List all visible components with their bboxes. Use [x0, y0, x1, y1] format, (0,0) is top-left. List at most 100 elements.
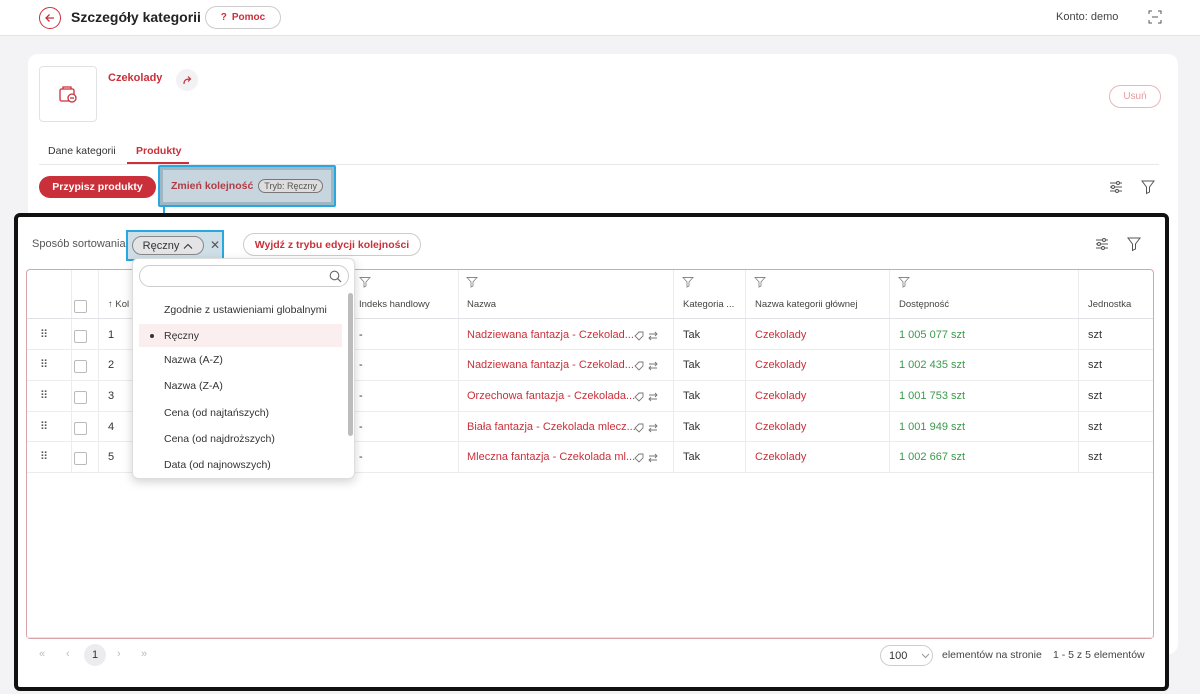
cell-order: 2 [108, 359, 115, 371]
tag-swap-icons[interactable] [633, 391, 659, 403]
mode-badge: Tryb: Ręczny [258, 179, 323, 193]
column-filter-icon[interactable] [682, 276, 694, 288]
sort-option[interactable]: Zgodnie z ustawieniami globalnymi [139, 298, 342, 321]
dropdown-search-input[interactable] [139, 265, 349, 287]
tag-swap-icons[interactable] [633, 452, 659, 464]
next-page-icon[interactable]: › [117, 648, 121, 660]
current-page[interactable]: 1 [84, 644, 106, 666]
cell-product-name[interactable]: Mleczna fantazja - Czekolada ml... [467, 451, 635, 463]
per-page-select[interactable]: 100 [880, 645, 933, 666]
cell-availability: 1 001 753 szt [899, 390, 966, 402]
cell-product-name[interactable]: Biała fantazja - Czekolada mlecz... [467, 421, 636, 433]
settings-sliders-icon[interactable] [1108, 179, 1124, 195]
cell-trade-index: - [359, 390, 363, 402]
fullscreen-icon[interactable] [1148, 10, 1162, 24]
cell-main-category[interactable]: Czekolady [755, 329, 806, 341]
sort-option-label: Ręczny [164, 329, 200, 342]
chevron-down-icon [922, 653, 930, 658]
cell-main-category[interactable]: Czekolady [755, 421, 806, 433]
prev-page-icon[interactable]: ‹ [66, 648, 70, 660]
column-header-name[interactable]: Nazwa [467, 299, 496, 310]
arrow-left-icon [45, 14, 54, 22]
filter-icon[interactable] [1140, 179, 1156, 195]
cell-trade-index: - [359, 329, 363, 341]
reorder-button-label: Zmień kolejność [171, 180, 254, 192]
row-checkbox[interactable] [74, 360, 87, 373]
per-page-label: elementów na stronie [942, 649, 1042, 661]
category-icon [59, 86, 77, 103]
tag-swap-icons[interactable] [633, 330, 659, 342]
drag-handle-icon[interactable]: ⠿ [40, 389, 48, 402]
exit-reorder-button[interactable]: Wyjdź z trybu edycji kolejności [243, 233, 421, 256]
per-page-value: 100 [889, 649, 908, 662]
reorder-button[interactable]: Zmień kolejność Tryb: Ręczny [163, 170, 331, 202]
cell-main-category[interactable]: Czekolady [755, 359, 806, 371]
tag-swap-icons[interactable] [633, 360, 659, 372]
drag-handle-icon[interactable]: ⠿ [40, 420, 48, 433]
assign-products-button[interactable]: Przypisz produkty [39, 176, 156, 198]
cell-order: 3 [108, 390, 115, 402]
pagination-divider [26, 637, 1154, 638]
cell-trade-index: - [359, 359, 363, 371]
sort-option[interactable]: Nazwa (A-Z) [139, 348, 342, 371]
drag-handle-icon[interactable]: ⠿ [40, 358, 48, 371]
column-header-main-category[interactable]: Nazwa kategorii głównej [755, 299, 857, 310]
filter-icon[interactable] [1126, 236, 1142, 252]
cell-main-category[interactable]: Czekolady [755, 390, 806, 402]
share-button[interactable] [176, 69, 198, 91]
category-name: Czekolady [108, 72, 163, 84]
cell-product-name[interactable]: Nadziewana fantazja - Czekolad... [467, 359, 634, 371]
sort-option[interactable]: Nazwa (Z-A) [139, 374, 342, 397]
column-header-unit[interactable]: Jednostka [1088, 299, 1131, 310]
last-page-icon[interactable]: » [141, 648, 147, 660]
sort-select-highlight: Ręczny ✕ [126, 230, 224, 261]
help-button[interactable]: ? Pomoc [205, 6, 281, 29]
row-checkbox[interactable] [74, 391, 87, 404]
row-checkbox[interactable] [74, 330, 87, 343]
cell-main-category[interactable]: Czekolady [755, 451, 806, 463]
drag-handle-icon[interactable]: ⠿ [40, 450, 48, 463]
reorder-highlight: Zmień kolejność Tryb: Ręczny [158, 165, 336, 207]
cell-product-name[interactable]: Nadziewana fantazja - Czekolad... [467, 329, 634, 341]
sort-option[interactable]: Data (od najnowszych) [139, 453, 342, 476]
column-header-trade-index[interactable]: Indeks handlowy [359, 299, 430, 310]
column-filter-icon[interactable] [359, 276, 371, 288]
row-checkbox[interactable] [74, 452, 87, 465]
column-header-category[interactable]: Kategoria ... [683, 299, 734, 310]
settings-sliders-icon[interactable] [1094, 236, 1110, 252]
cell-trade-index: - [359, 451, 363, 463]
cell-order: 4 [108, 421, 115, 433]
back-button[interactable] [39, 7, 61, 29]
first-page-icon[interactable]: « [39, 648, 45, 660]
search-icon [329, 270, 342, 283]
dropdown-scrollbar[interactable] [348, 293, 353, 436]
tag-swap-icons[interactable] [633, 422, 659, 434]
cell-unit: szt [1088, 421, 1103, 433]
column-filter-icon[interactable] [754, 276, 766, 288]
drag-handle-icon[interactable]: ⠿ [40, 328, 48, 341]
sort-select[interactable]: Ręczny [132, 236, 204, 255]
sort-option[interactable]: Cena (od najdroższych) [139, 427, 342, 450]
cell-availability: 1 001 949 szt [899, 421, 966, 433]
cell-trade-index: - [359, 421, 363, 433]
pagination-range: 1 - 5 z 5 elementów [1053, 649, 1145, 661]
column-filter-icon[interactable] [898, 276, 910, 288]
cell-availability: 1 002 667 szt [899, 451, 966, 463]
sort-option-selected[interactable]: Ręczny [139, 324, 342, 347]
sort-option[interactable]: Cena (od najtańszych) [139, 401, 342, 424]
column-header-availability[interactable]: Dostępność [899, 299, 949, 310]
sort-selected-value: Ręczny [142, 239, 180, 252]
account-label[interactable]: Konto: demo [1056, 11, 1118, 23]
select-all-checkbox[interactable] [74, 300, 87, 313]
column-filter-icon[interactable] [466, 276, 478, 288]
tab-products[interactable]: Produkty [136, 145, 182, 157]
cell-order: 1 [108, 329, 115, 341]
active-tab-indicator [127, 162, 189, 164]
row-checkbox[interactable] [74, 422, 87, 435]
cell-product-name[interactable]: Orzechowa fantazja - Czekolada... [467, 390, 635, 402]
clear-sort-icon[interactable]: ✕ [210, 238, 220, 252]
tab-category-data[interactable]: Dane kategorii [48, 145, 116, 157]
delete-button[interactable]: Usuń [1109, 85, 1161, 108]
column-header-order[interactable]: ↑ Kol [108, 299, 129, 310]
cell-category: Tak [683, 421, 701, 433]
